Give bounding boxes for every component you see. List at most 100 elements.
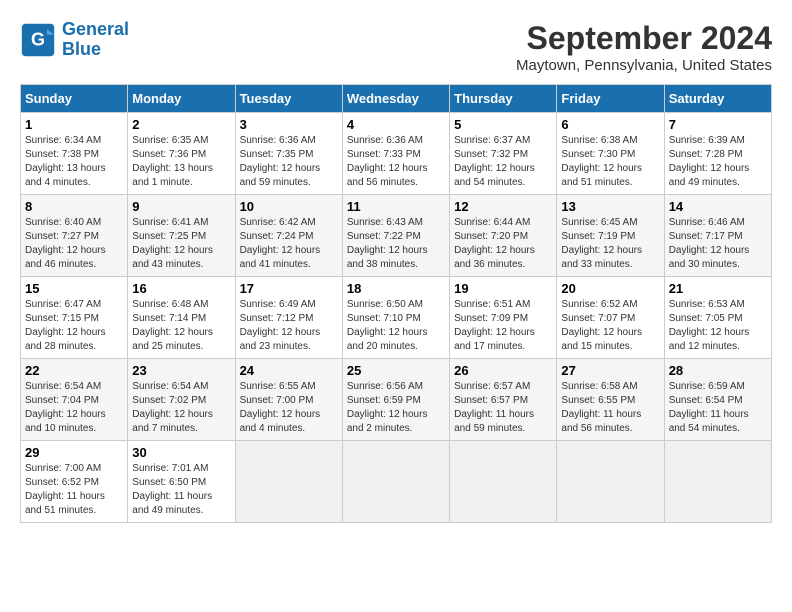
calendar-week-4: 22 Sunrise: 6:54 AM Sunset: 7:04 PM Dayli… [21, 359, 772, 441]
day-number: 20 [561, 281, 659, 296]
day-info: Sunrise: 6:38 AM Sunset: 7:30 PM Dayligh… [561, 134, 659, 190]
calendar-subtitle: Maytown, Pennsylvania, United States [516, 57, 772, 74]
calendar-cell: 25Sunrise: 6:56 AM Sunset: 6:59 PM Dayli… [342, 359, 449, 441]
day-info: Sunrise: 6:48 AM Sunset: 7:14 PM Dayligh… [132, 298, 230, 354]
calendar-cell: 5 Sunrise: 6:37 AM Sunset: 7:32 PM Daylig… [450, 113, 557, 195]
day-info: Sunrise: 6:54 AM Sunset: 7:04 PM Dayligh… [25, 380, 123, 436]
day-number: 4 [347, 117, 445, 132]
day-number: 24 [240, 363, 338, 378]
day-number: 13 [561, 199, 659, 214]
weekday-header-monday: Monday [128, 85, 235, 113]
weekday-header-saturday: Saturday [664, 85, 771, 113]
day-info: Sunrise: 7:00 AM Sunset: 6:52 PM Dayligh… [25, 462, 123, 518]
calendar-table: SundayMondayTuesdayWednesdayThursdayFrid… [20, 84, 772, 523]
calendar-week-3: 15Sunrise: 6:47 AM Sunset: 7:15 PM Dayli… [21, 277, 772, 359]
weekday-header-sunday: Sunday [21, 85, 128, 113]
day-number: 30 [132, 445, 230, 460]
day-number: 7 [669, 117, 767, 132]
calendar-cell: 17Sunrise: 6:49 AM Sunset: 7:12 PM Dayli… [235, 277, 342, 359]
calendar-cell: 11Sunrise: 6:43 AM Sunset: 7:22 PM Dayli… [342, 195, 449, 277]
day-number: 28 [669, 363, 767, 378]
day-number: 22 [25, 363, 123, 378]
weekday-header-friday: Friday [557, 85, 664, 113]
calendar-cell: 26 Sunrise: 6:57 AM Sunset: 6:57 PM Dayli… [450, 359, 557, 441]
day-number: 17 [240, 281, 338, 296]
calendar-cell: 30 Sunrise: 7:01 AM Sunset: 6:50 PM Dayli… [128, 441, 235, 523]
calendar-cell: 21Sunrise: 6:53 AM Sunset: 7:05 PM Dayli… [664, 277, 771, 359]
day-number: 26 [454, 363, 552, 378]
calendar-cell: 13 Sunrise: 6:45 AM Sunset: 7:19 PM Dayli… [557, 195, 664, 277]
day-number: 19 [454, 281, 552, 296]
calendar-cell: 23Sunrise: 6:54 AM Sunset: 7:02 PM Dayli… [128, 359, 235, 441]
day-info: Sunrise: 6:47 AM Sunset: 7:15 PM Dayligh… [25, 298, 123, 354]
day-number: 27 [561, 363, 659, 378]
calendar-cell: 2 Sunrise: 6:35 AM Sunset: 7:36 PM Daylig… [128, 113, 235, 195]
calendar-cell [235, 441, 342, 523]
calendar-cell: 28Sunrise: 6:59 AM Sunset: 6:54 PM Dayli… [664, 359, 771, 441]
calendar-cell: 22 Sunrise: 6:54 AM Sunset: 7:04 PM Dayli… [21, 359, 128, 441]
day-info: Sunrise: 6:54 AM Sunset: 7:02 PM Dayligh… [132, 380, 230, 436]
day-number: 2 [132, 117, 230, 132]
day-info: Sunrise: 6:34 AM Sunset: 7:38 PM Dayligh… [25, 134, 123, 190]
calendar-cell [557, 441, 664, 523]
day-info: Sunrise: 6:45 AM Sunset: 7:19 PM Dayligh… [561, 216, 659, 272]
day-info: Sunrise: 6:56 AM Sunset: 6:59 PM Dayligh… [347, 380, 445, 436]
weekday-header-thursday: Thursday [450, 85, 557, 113]
calendar-week-1: 1Sunrise: 6:34 AM Sunset: 7:38 PM Daylig… [21, 113, 772, 195]
calendar-cell: 16 Sunrise: 6:48 AM Sunset: 7:14 PM Dayli… [128, 277, 235, 359]
day-info: Sunrise: 6:42 AM Sunset: 7:24 PM Dayligh… [240, 216, 338, 272]
logo-text: General Blue [62, 20, 129, 60]
calendar-cell: 18 Sunrise: 6:50 AM Sunset: 7:10 PM Dayli… [342, 277, 449, 359]
calendar-cell [664, 441, 771, 523]
day-info: Sunrise: 6:37 AM Sunset: 7:32 PM Dayligh… [454, 134, 552, 190]
page-header: G General Blue September 2024 Maytown, P… [20, 20, 772, 74]
day-number: 12 [454, 199, 552, 214]
calendar-week-2: 8 Sunrise: 6:40 AM Sunset: 7:27 PM Daylig… [21, 195, 772, 277]
calendar-cell: 19 Sunrise: 6:51 AM Sunset: 7:09 PM Dayli… [450, 277, 557, 359]
calendar-cell: 29 Sunrise: 7:00 AM Sunset: 6:52 PM Dayli… [21, 441, 128, 523]
calendar-cell: 3Sunrise: 6:36 AM Sunset: 7:35 PM Daylig… [235, 113, 342, 195]
day-info: Sunrise: 6:55 AM Sunset: 7:00 PM Dayligh… [240, 380, 338, 436]
day-number: 14 [669, 199, 767, 214]
day-info: Sunrise: 6:35 AM Sunset: 7:36 PM Dayligh… [132, 134, 230, 190]
calendar-cell: 20 Sunrise: 6:52 AM Sunset: 7:07 PM Dayli… [557, 277, 664, 359]
logo: G General Blue [20, 20, 129, 60]
day-number: 9 [132, 199, 230, 214]
weekday-header-tuesday: Tuesday [235, 85, 342, 113]
day-number: 11 [347, 199, 445, 214]
day-number: 29 [25, 445, 123, 460]
day-number: 6 [561, 117, 659, 132]
day-info: Sunrise: 6:36 AM Sunset: 7:35 PM Dayligh… [240, 134, 338, 190]
day-info: Sunrise: 7:01 AM Sunset: 6:50 PM Dayligh… [132, 462, 230, 518]
day-info: Sunrise: 6:51 AM Sunset: 7:09 PM Dayligh… [454, 298, 552, 354]
title-block: September 2024 Maytown, Pennsylvania, Un… [516, 20, 772, 74]
day-info: Sunrise: 6:41 AM Sunset: 7:25 PM Dayligh… [132, 216, 230, 272]
day-info: Sunrise: 6:57 AM Sunset: 6:57 PM Dayligh… [454, 380, 552, 436]
day-number: 16 [132, 281, 230, 296]
day-info: Sunrise: 6:40 AM Sunset: 7:27 PM Dayligh… [25, 216, 123, 272]
day-info: Sunrise: 6:36 AM Sunset: 7:33 PM Dayligh… [347, 134, 445, 190]
calendar-cell: 1Sunrise: 6:34 AM Sunset: 7:38 PM Daylig… [21, 113, 128, 195]
calendar-cell: 12 Sunrise: 6:44 AM Sunset: 7:20 PM Dayli… [450, 195, 557, 277]
calendar-cell [450, 441, 557, 523]
calendar-cell: 9 Sunrise: 6:41 AM Sunset: 7:25 PM Daylig… [128, 195, 235, 277]
day-info: Sunrise: 6:39 AM Sunset: 7:28 PM Dayligh… [669, 134, 767, 190]
svg-text:G: G [31, 29, 45, 49]
day-info: Sunrise: 6:53 AM Sunset: 7:05 PM Dayligh… [669, 298, 767, 354]
day-info: Sunrise: 6:58 AM Sunset: 6:55 PM Dayligh… [561, 380, 659, 436]
day-number: 5 [454, 117, 552, 132]
calendar-cell: 14Sunrise: 6:46 AM Sunset: 7:17 PM Dayli… [664, 195, 771, 277]
calendar-cell: 24 Sunrise: 6:55 AM Sunset: 7:00 PM Dayli… [235, 359, 342, 441]
day-number: 18 [347, 281, 445, 296]
day-info: Sunrise: 6:52 AM Sunset: 7:07 PM Dayligh… [561, 298, 659, 354]
day-number: 8 [25, 199, 123, 214]
calendar-cell: 10Sunrise: 6:42 AM Sunset: 7:24 PM Dayli… [235, 195, 342, 277]
day-info: Sunrise: 6:50 AM Sunset: 7:10 PM Dayligh… [347, 298, 445, 354]
calendar-cell: 15Sunrise: 6:47 AM Sunset: 7:15 PM Dayli… [21, 277, 128, 359]
calendar-cell: 6 Sunrise: 6:38 AM Sunset: 7:30 PM Daylig… [557, 113, 664, 195]
calendar-cell: 4 Sunrise: 6:36 AM Sunset: 7:33 PM Daylig… [342, 113, 449, 195]
calendar-week-5: 29 Sunrise: 7:00 AM Sunset: 6:52 PM Dayli… [21, 441, 772, 523]
calendar-cell: 7 Sunrise: 6:39 AM Sunset: 7:28 PM Daylig… [664, 113, 771, 195]
logo-icon: G [20, 22, 56, 58]
day-info: Sunrise: 6:44 AM Sunset: 7:20 PM Dayligh… [454, 216, 552, 272]
